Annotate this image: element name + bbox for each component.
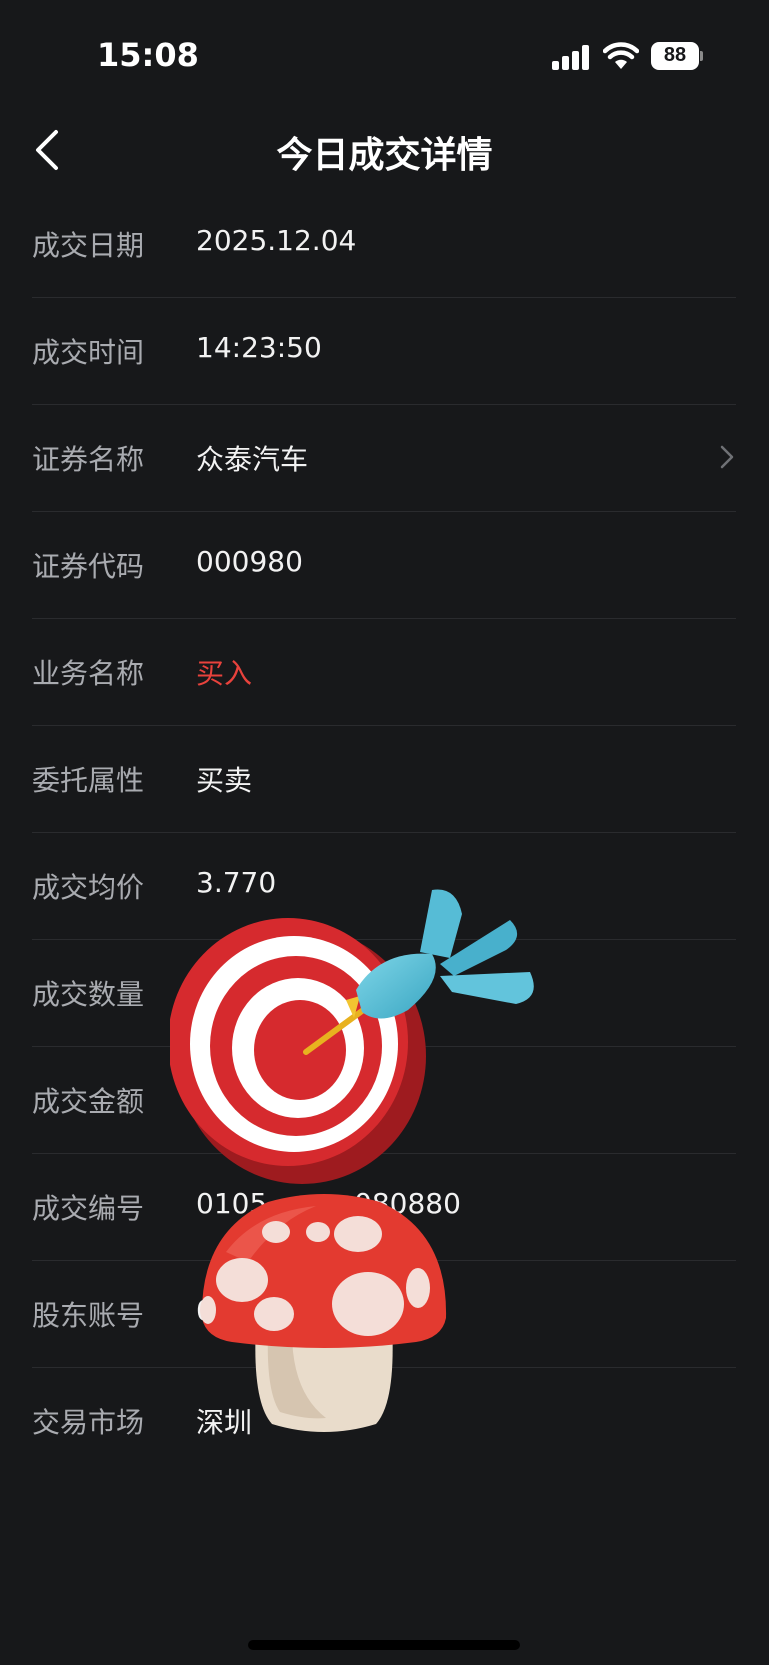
- row-label: 业务名称: [32, 657, 145, 690]
- row-trade-time: 成交时间 14:23:50: [32, 298, 736, 405]
- row-label: 成交日期: [32, 229, 145, 262]
- row-security-name[interactable]: 证券名称 众泰汽车: [32, 405, 736, 512]
- mushroom-icon: [200, 1194, 447, 1432]
- row-label: 交易市场: [32, 1406, 145, 1439]
- row-label: 证券名称: [32, 443, 145, 476]
- status-bar: 15:08 88: [0, 0, 769, 112]
- row-value: 买入: [196, 657, 253, 690]
- chevron-right-icon: [720, 445, 734, 469]
- row-label: 成交均价: [32, 871, 145, 904]
- dartboard-icon: [170, 889, 534, 1184]
- battery-level: 88: [663, 44, 687, 66]
- row-trade-date: 成交日期 2025.12.04: [32, 191, 736, 298]
- row-label: 成交金额: [32, 1085, 145, 1118]
- row-security-code: 证券代码 000980: [32, 512, 736, 619]
- row-label: 证券代码: [32, 550, 145, 583]
- wifi-icon: [603, 42, 639, 69]
- row-value: 买卖: [196, 764, 253, 797]
- row-value: 14:23:50: [196, 331, 322, 364]
- row-label: 成交编号: [32, 1192, 145, 1225]
- row-label: 股东账号: [32, 1299, 145, 1332]
- row-value: 000980: [196, 545, 303, 578]
- battery-icon: 88: [651, 42, 703, 70]
- page-title: 今日成交详情: [276, 135, 493, 176]
- row-label: 成交时间: [32, 336, 145, 369]
- row-value: 众泰汽车: [196, 443, 309, 476]
- row-order-attribute: 委托属性 买卖: [32, 726, 736, 833]
- row-label: 委托属性: [32, 764, 145, 797]
- home-indicator: [248, 1640, 520, 1650]
- cellular-signal-icon: [552, 44, 592, 70]
- row-label: 成交数量: [32, 978, 145, 1011]
- status-time: 15:08: [97, 36, 199, 74]
- nav-bar: 今日成交详情: [0, 112, 769, 184]
- row-value: 2025.12.04: [196, 224, 357, 257]
- row-business-name: 业务名称 买入: [32, 619, 736, 726]
